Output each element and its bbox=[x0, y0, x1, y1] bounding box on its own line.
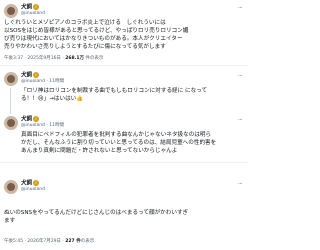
post-text-line: あんまり真剣に問題だ・許されないと思ってないからじゃんよ bbox=[21, 148, 178, 154]
verified-badge-icon: ✓ bbox=[33, 116, 40, 122]
verified-badge-icon: ✓ bbox=[33, 4, 40, 10]
post-text-line: 「ロリ神はロリコンを制裁する曲でもしもロリコンに対する経に になって bbox=[21, 88, 208, 94]
post-text-line: 真面目にペドフィルの犯罪者を批判する曲なんかじゃないネタ扱なのは明ら bbox=[21, 132, 212, 138]
handle[interactable]: @inuoland bbox=[21, 187, 45, 193]
more-dots-icon[interactable]: ··· bbox=[238, 74, 243, 80]
thread-line bbox=[10, 88, 11, 114]
post-meta: 午後5:45 · 2026年7月29日 · 227 件の表示 bbox=[4, 239, 95, 244]
avatar[interactable] bbox=[4, 72, 18, 86]
view-label: の表示 bbox=[80, 239, 95, 244]
post-text-line: 売りやかわいさ売りしようとするたびに傷になってる気がします bbox=[4, 44, 166, 50]
more-dots-icon[interactable]: ··· bbox=[238, 6, 243, 12]
post-text-line: かだし、そんなふうに割り切っていいと思ってるのは、結局児童への性的害を bbox=[21, 140, 217, 146]
post-text-line: ぬいのSNSをやってるんだけどにじさんじのはべまるって顔がかわいすぎ bbox=[4, 210, 189, 216]
post-text-line: 以SOSをはじめ皆様があると思ってるけど、やっぱりロリ売りロリコン媚 bbox=[4, 28, 189, 34]
avatar[interactable] bbox=[4, 4, 18, 18]
more-dots-icon[interactable]: ··· bbox=[238, 118, 243, 124]
post-text-line: ます bbox=[4, 218, 16, 224]
handle[interactable]: @inuoland bbox=[21, 11, 45, 17]
verified-badge-icon: ✓ bbox=[33, 180, 40, 186]
view-label: 件の表示 bbox=[83, 56, 104, 61]
avatar[interactable] bbox=[4, 116, 18, 130]
post-meta: 午後3:37 · 2025年9月16日 · 268.1万 件の表示 bbox=[4, 56, 104, 61]
timestamp[interactable]: 午後3:37 · 2025年9月16日 bbox=[4, 56, 61, 61]
divider bbox=[0, 65, 249, 66]
more-dots-icon[interactable]: ··· bbox=[238, 182, 243, 188]
post-text-line: る！！😢」→はいはい👍 bbox=[21, 96, 84, 102]
handle[interactable]: @inuoland · 11時間 bbox=[21, 123, 64, 129]
divider bbox=[0, 162, 249, 163]
post-text-line: しぐれういとメゾピアノのコラボ炎上で泣ける しぐれういには bbox=[4, 20, 166, 26]
avatar[interactable] bbox=[4, 180, 18, 194]
view-count: 268.1万 bbox=[65, 56, 84, 61]
verified-badge-icon: ✓ bbox=[33, 72, 40, 78]
handle[interactable]: @inuoland · 11時間 bbox=[21, 79, 64, 85]
timestamp[interactable]: 午後5:45 · 2026年7月29日 bbox=[4, 239, 61, 244]
post-text-line: び売りは現代においてはかなりきついものがある。本人がクリエイター bbox=[4, 36, 183, 42]
view-count: 227 件 bbox=[65, 239, 81, 244]
